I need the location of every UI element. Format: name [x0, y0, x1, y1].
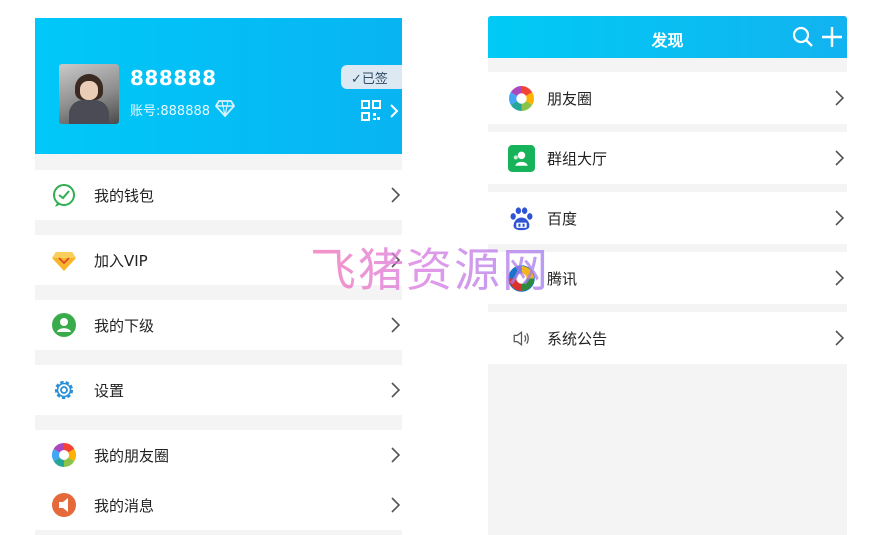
menu-item-label: 设置	[94, 382, 125, 400]
menu-item-messages[interactable]: 我的消息	[35, 480, 402, 530]
avatar[interactable]	[59, 64, 119, 124]
menu-item-settings[interactable]: 设置	[35, 365, 402, 415]
menu-item-subordinates[interactable]: 我的下级	[35, 300, 402, 350]
discover-item-label: 腾讯	[547, 270, 578, 288]
chevron-right-icon	[391, 187, 400, 203]
username: 888888	[130, 66, 217, 90]
chevron-right-icon	[391, 447, 400, 463]
moments-icon	[51, 443, 77, 467]
discover-header: 发现	[488, 16, 847, 58]
chevron-right-icon	[835, 330, 844, 346]
discover-item-label: 系统公告	[547, 330, 608, 348]
menu-item-label: 我的钱包	[94, 187, 155, 205]
baidu-icon	[510, 207, 533, 231]
subordinate-user-icon	[52, 313, 76, 337]
chevron-right-icon	[391, 317, 400, 333]
chevron-right-icon	[835, 210, 844, 226]
moments-icon	[509, 86, 534, 111]
speaker-icon	[513, 331, 529, 346]
message-icon	[52, 493, 76, 517]
chevron-right-icon	[835, 270, 844, 286]
chevron-right-icon	[391, 497, 400, 513]
wallet-icon	[53, 184, 75, 207]
signed-in-badge[interactable]: ✓已签	[341, 65, 402, 89]
menu-item-my-moments[interactable]: 我的朋友圈	[35, 430, 402, 480]
discover-item-label: 百度	[547, 210, 578, 228]
discover-item-group-hall[interactable]: 群组大厅	[488, 132, 847, 184]
gear-icon	[54, 380, 74, 400]
menu-item-label: 我的消息	[94, 497, 155, 515]
account-number: 账号:888888	[130, 104, 211, 119]
discover-item-label: 朋友圈	[547, 90, 593, 108]
discover-item-moments[interactable]: 朋友圈	[488, 72, 847, 124]
menu-item-wallet[interactable]: 我的钱包	[35, 170, 402, 220]
discover-item-label: 群组大厅	[547, 150, 608, 168]
chevron-right-icon	[835, 150, 844, 166]
watermark: 飞猪资源网	[310, 234, 550, 300]
chevron-right-icon	[391, 382, 400, 398]
profile-header[interactable]: 888888 账号:888888 ✓已签	[35, 18, 402, 154]
qr-code-icon[interactable]	[361, 100, 381, 122]
menu-item-label: 我的朋友圈	[94, 447, 170, 465]
plus-icon[interactable]	[820, 25, 844, 49]
vip-diamond-icon	[52, 252, 76, 271]
group-hall-icon	[508, 145, 535, 172]
discover-item-announcements[interactable]: 系统公告	[488, 312, 847, 364]
diamond-icon	[215, 100, 235, 117]
menu-item-label: 我的下级	[94, 317, 155, 335]
menu-item-label: 加入VIP	[94, 252, 148, 270]
app-screens: 888888 账号:888888 ✓已签 我的钱包 加入VIP 我的下级 设置 …	[0, 0, 883, 535]
search-icon[interactable]	[791, 25, 815, 49]
chevron-right-icon	[835, 90, 844, 106]
chevron-right-icon	[390, 104, 399, 118]
